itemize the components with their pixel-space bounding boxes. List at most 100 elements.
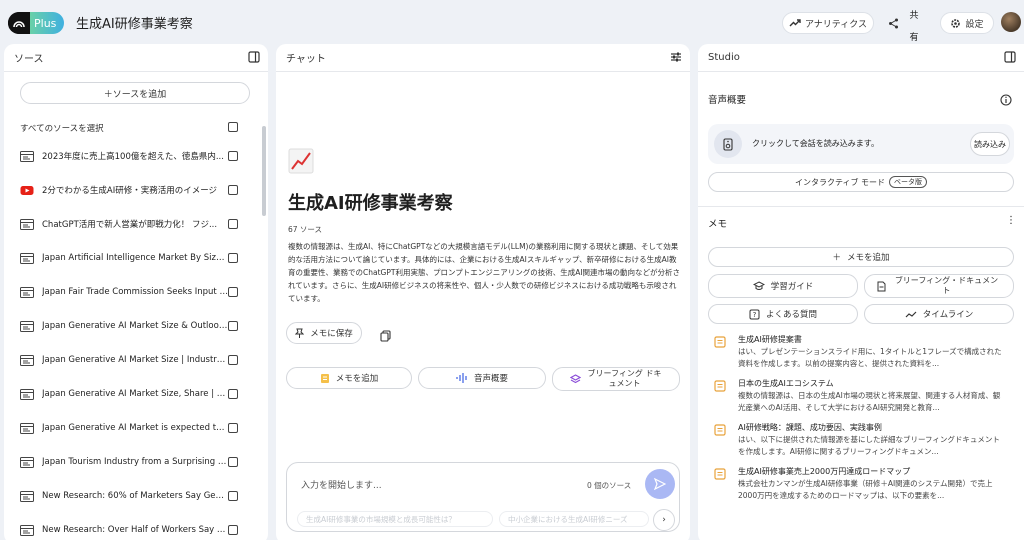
source-label: Japan Artificial Intelligence Market By … xyxy=(42,253,228,263)
suggestion-chip[interactable]: 生成AI研修事業の市場規模と成長可能性は？ xyxy=(297,511,493,527)
source-checkbox[interactable] xyxy=(228,355,238,365)
note-icon xyxy=(714,468,726,480)
audio-overview-title: 音声概要 xyxy=(708,95,747,106)
more-vert-icon[interactable]: ⋮ xyxy=(1006,216,1016,226)
briefing-doc-button[interactable]: ブリーフィング ドキュメント xyxy=(552,367,680,391)
timeline-button[interactable]: タイムライン xyxy=(864,304,1014,324)
add-note-label: メモを追加 xyxy=(847,253,890,263)
document-icon xyxy=(20,320,34,332)
settings-button[interactable]: 設定 xyxy=(940,12,994,34)
note-icon xyxy=(714,424,726,436)
document-icon xyxy=(20,218,34,230)
collapse-panel-icon[interactable] xyxy=(1004,51,1016,66)
load-button[interactable]: 読み込み xyxy=(970,132,1010,156)
timeline-label: タイムライン xyxy=(922,310,974,320)
collapse-panel-icon[interactable] xyxy=(248,51,260,66)
source-item[interactable]: Japan Generative AI Market Size | Indust… xyxy=(20,350,252,370)
plus-icon: ＋ xyxy=(832,253,841,263)
plus-badge: Plus xyxy=(34,16,57,30)
source-item[interactable]: Japan Artificial Intelligence Market By … xyxy=(20,248,252,268)
chat-input[interactable]: 入力を開始します... xyxy=(301,478,382,491)
source-checkbox[interactable] xyxy=(228,253,238,263)
source-item[interactable]: Japan Generative AI Market is expected t… xyxy=(20,418,252,438)
source-item[interactable]: Japan Generative AI Market Size & Outloo… xyxy=(20,316,252,336)
add-note-suggestion-button[interactable]: メモを追加 xyxy=(286,367,412,389)
top-bar: Plus 生成AI研修事業考察 アナリティクス 共有 設定 xyxy=(0,0,1024,44)
source-checkbox[interactable] xyxy=(228,525,238,535)
add-note-suggestion-label: メモを追加 xyxy=(335,374,379,384)
study-guide-label: 学習ガイド xyxy=(770,282,814,292)
audio-overview-card[interactable]: クリックして会話を読み込みます。 読み込み xyxy=(708,124,1014,164)
app-logo[interactable]: Plus xyxy=(8,12,64,34)
faq-button[interactable]: ? よくある質問 xyxy=(708,304,858,324)
briefing-document-button[interactable]: ブリーフィング・ドキュメント xyxy=(864,274,1014,298)
suggestion-chip[interactable]: 中小企業における生成AI研修ニーズ xyxy=(499,511,649,527)
source-label: New Research: 60% of Marketers Say Gener… xyxy=(42,491,228,501)
document-icon xyxy=(20,524,34,536)
info-icon[interactable] xyxy=(1000,91,1012,110)
document-icon xyxy=(20,456,34,468)
sources-header: ソース xyxy=(4,44,268,72)
source-count: 67 ソース xyxy=(288,225,323,234)
source-item[interactable]: New Research: Over Half of Workers Say G… xyxy=(20,520,252,540)
copy-icon[interactable] xyxy=(380,327,391,346)
save-to-note-button[interactable]: メモに保存 xyxy=(286,322,362,344)
source-checkbox[interactable] xyxy=(228,389,238,399)
analytics-label: アナリティクス xyxy=(804,19,867,30)
note-item[interactable]: 生成AI研修事業売上2000万円達成ロードマップ 株式会社カンマンが生成AI研修事… xyxy=(714,466,1010,506)
source-checkbox[interactable] xyxy=(228,423,238,433)
source-checkbox[interactable] xyxy=(228,151,238,161)
source-checkbox[interactable] xyxy=(228,219,238,229)
source-label: Japan Generative AI Market Size, Share |… xyxy=(42,389,228,399)
note-item[interactable]: AI研修戦略：課題、成功要因、実践事例 はい、以下に提供された情報源を基にした詳細… xyxy=(714,422,1010,462)
audio-overview-label: 音声概要 xyxy=(473,374,508,384)
select-all-checkbox[interactable] xyxy=(228,122,238,132)
tune-icon[interactable] xyxy=(670,51,682,66)
chevron-right-icon[interactable]: › xyxy=(653,509,675,531)
note-item[interactable]: 日本の生成AIエコシステム 複数の情報源は、日本の生成AI市場の現状と将来展望、関… xyxy=(714,378,1010,418)
note-body: 複数の情報源は、日本の生成AI市場の現状と将来展望、関連する人材育成、観光産業へ… xyxy=(738,391,1001,412)
source-item[interactable]: 2分でわかる生成AI研修・実務活用のイメージ xyxy=(20,180,252,200)
source-item[interactable]: Japan Tourism Industry from a Surprising… xyxy=(20,452,252,472)
studio-header: Studio xyxy=(698,44,1024,72)
send-button[interactable] xyxy=(645,469,675,499)
timeline-icon xyxy=(905,311,917,317)
page-title[interactable]: 生成AI研修事業考察 xyxy=(76,13,193,32)
source-checkbox[interactable] xyxy=(228,185,238,195)
analytics-button[interactable]: アナリティクス xyxy=(782,12,874,34)
source-item[interactable]: 2023年度に売上高100億を超えた、徳島県内... xyxy=(20,146,252,166)
speaker-icon xyxy=(714,130,742,158)
add-note-button[interactable]: ＋ メモを追加 xyxy=(708,247,1014,267)
source-item[interactable]: Japan Generative AI Market Size, Share |… xyxy=(20,384,252,404)
avatar[interactable] xyxy=(1001,12,1021,32)
source-item[interactable]: Japan Fair Trade Commission Seeks Input … xyxy=(20,282,252,302)
faq-label: よくある質問 xyxy=(765,310,817,320)
interactive-mode-button[interactable]: インタラクティブ モード ベータ版 xyxy=(708,172,1014,192)
source-item[interactable]: ChatGPT活用で新人営業が即戦力化！ フジ... xyxy=(20,214,252,234)
interactive-mode-label: インタラクティブ モード xyxy=(794,177,886,187)
source-label: 2023年度に売上高100億を超えた、徳島県内... xyxy=(42,152,224,162)
document-icon xyxy=(20,490,34,502)
chat-input-box[interactable]: 入力を開始します... 0 個のソース 生成AI研修事業の市場規模と成長可能性は… xyxy=(286,462,680,532)
waveform-icon xyxy=(456,373,467,383)
briefing-doc-label: ブリーフィング ドキュメント xyxy=(587,369,662,388)
input-source-count: 0 個のソース xyxy=(587,481,632,490)
chart-emoji-icon xyxy=(288,148,314,174)
source-item[interactable]: New Research: 60% of Marketers Say Gener… xyxy=(20,486,252,506)
scrollbar[interactable] xyxy=(262,126,266,216)
source-checkbox[interactable] xyxy=(228,287,238,297)
note-item[interactable]: 生成AI研修提案書 はい、プレゼンテーションスライド用に、1タイトルと1フレーズで… xyxy=(714,334,1010,374)
source-label: Japan Tourism Industry from a Surprising… xyxy=(42,457,228,467)
divider xyxy=(698,206,1024,207)
study-guide-button[interactable]: 学習ガイド xyxy=(708,274,858,298)
audio-overview-button[interactable]: 音声概要 xyxy=(418,367,546,389)
document-icon xyxy=(20,422,34,434)
add-source-button[interactable]: ＋ ソースを追加 xyxy=(20,82,250,104)
source-checkbox[interactable] xyxy=(228,491,238,501)
note-body: 株式会社カンマンが生成AI研修事業（研修＋AI関連のシステム開発）で売上2000… xyxy=(738,479,993,500)
source-checkbox[interactable] xyxy=(228,321,238,331)
document-icon xyxy=(20,252,34,264)
faq-icon: ? xyxy=(749,309,760,319)
gear-icon xyxy=(951,18,961,28)
source-checkbox[interactable] xyxy=(228,457,238,467)
